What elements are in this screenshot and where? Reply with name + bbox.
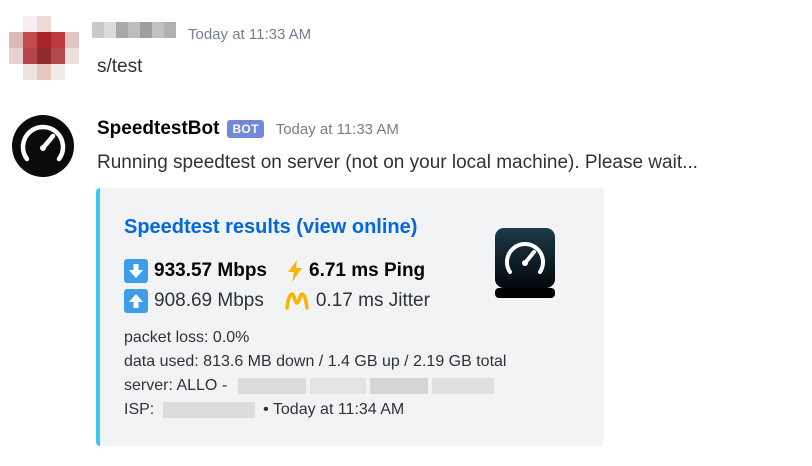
download-row: 933.57 Mbps 6.71 ms Ping (124, 259, 425, 283)
embed-title-link[interactable]: Speedtest results (view online) (124, 216, 417, 239)
isp-line: ISP: • Today at 11:34 AM (124, 401, 404, 419)
upload-row: 908.69 Mbps 0.17 ms Jitter (124, 289, 430, 313)
jitter-value: 0.17 ms Jitter (315, 290, 430, 311)
ping-value: 6.71 ms Ping (309, 260, 426, 281)
lightning-icon (287, 260, 303, 282)
server-line: server: ALLO - (124, 377, 494, 395)
server-label: server: ALLO - (124, 377, 228, 394)
bot-username[interactable]: SpeedtestBot (97, 118, 219, 140)
data-used: data used: 813.6 MB down / 1.4 GB up / 2… (124, 353, 507, 370)
download-speed: 933.57 Mbps (154, 260, 267, 281)
footer-timestamp: • Today at 11:34 AM (263, 401, 405, 418)
username-redacted[interactable] (92, 22, 176, 38)
speedometer-icon (20, 124, 66, 162)
user-avatar[interactable] (9, 16, 79, 82)
speedtest-embed: Speedtest results (view online) 933.57 M… (96, 188, 604, 446)
speedtest-logo[interactable] (494, 226, 556, 300)
down-arrow-icon (124, 259, 148, 283)
bot-badge: BOT (227, 120, 264, 138)
message-text: s/test (97, 56, 143, 77)
server-redacted (237, 377, 306, 394)
isp-redacted (162, 401, 255, 418)
bot-avatar[interactable] (12, 115, 74, 177)
upload-speed: 908.69 Mbps (154, 290, 264, 311)
jitter-icon (284, 291, 310, 311)
message-timestamp: Today at 11:33 AM (188, 26, 312, 43)
message-timestamp: Today at 11:33 AM (275, 120, 399, 138)
speedometer-icon (495, 228, 555, 298)
up-arrow-icon (124, 289, 148, 313)
packet-loss: packet loss: 0.0% (124, 329, 250, 346)
message-text: Running speedtest on server (not on your… (97, 152, 698, 173)
isp-label: ISP: (124, 401, 155, 418)
